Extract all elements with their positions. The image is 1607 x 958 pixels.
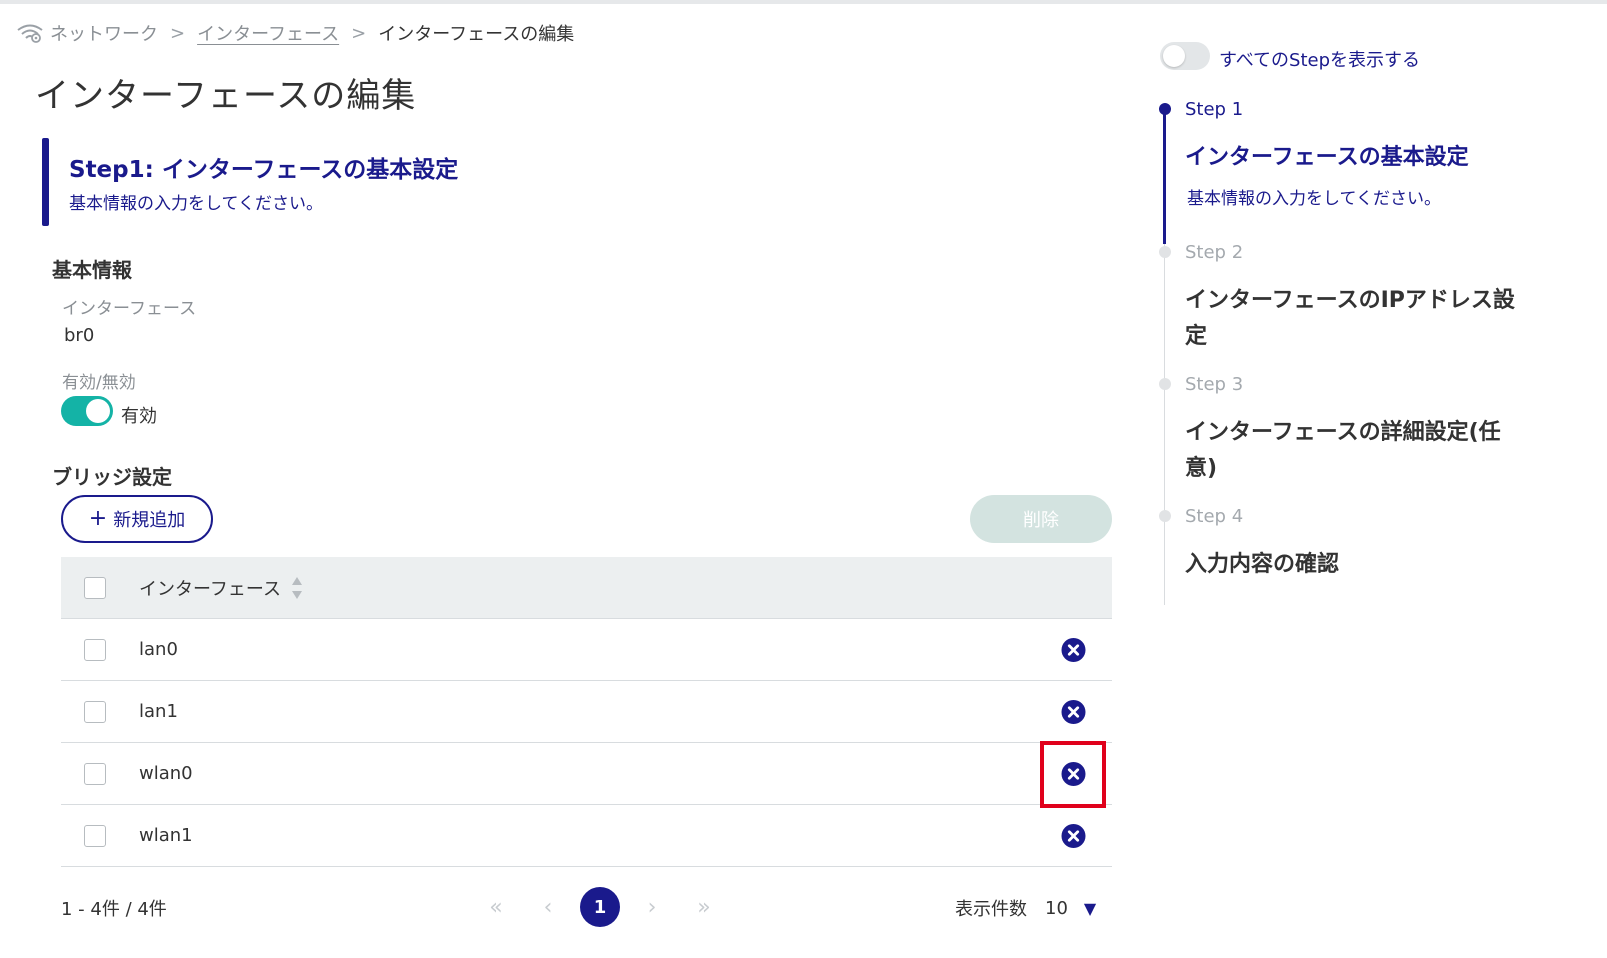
row-interface-name: lan1 <box>139 701 178 722</box>
section-title-bridge: ブリッジ設定 <box>52 465 172 489</box>
pagination: « ‹ 1 › » <box>470 887 730 927</box>
interface-value: br0 <box>64 325 95 346</box>
step-3-number[interactable]: Step 3 <box>1185 374 1243 395</box>
top-border <box>0 0 1607 4</box>
select-all-checkbox[interactable] <box>84 576 106 599</box>
page-title: インターフェースの編集 <box>35 76 417 116</box>
enabled-toggle-label: 有効 <box>121 406 157 427</box>
step-3-name[interactable]: インターフェースの詳細設定(任意) <box>1185 415 1515 487</box>
breadcrumb-separator: > <box>351 22 367 44</box>
first-page-button[interactable]: « <box>476 895 516 920</box>
row-interface-name: wlan0 <box>139 763 193 784</box>
row-checkbox[interactable] <box>84 638 106 661</box>
breadcrumb-link-interface[interactable]: インターフェース <box>197 20 339 46</box>
step-description: 基本情報の入力をしてください。 <box>69 194 323 214</box>
step-1-number[interactable]: Step 1 <box>1185 99 1243 120</box>
last-page-button[interactable]: » <box>684 895 724 920</box>
step-dot-active <box>1159 103 1171 115</box>
remove-row-icon[interactable] <box>1061 823 1086 848</box>
show-all-steps-toggle[interactable] <box>1160 42 1210 70</box>
step-2-number[interactable]: Step 2 <box>1185 242 1243 263</box>
step-dot-inactive <box>1159 378 1171 390</box>
table-row: lan0 <box>61 619 1112 681</box>
step-accent-bar <box>42 138 49 226</box>
column-header-interface: インターフェース <box>139 578 282 600</box>
remove-row-icon[interactable] <box>1061 761 1086 786</box>
step-2-name[interactable]: インターフェースのIPアドレス設定 <box>1185 283 1515 355</box>
delete-button[interactable]: 削除 <box>970 495 1112 543</box>
step-dot-inactive <box>1159 246 1171 258</box>
show-all-steps-label: すべてのStepを表示する <box>1219 50 1421 71</box>
toggle-knob <box>1163 45 1185 67</box>
step-1-description: 基本情報の入力をしてください。 <box>1187 189 1441 209</box>
enabled-label: 有効/無効 <box>62 373 136 393</box>
pagination-range: 1 - 4件 / 4件 <box>61 899 167 920</box>
next-page-button[interactable]: › <box>632 895 672 920</box>
network-settings-icon <box>17 24 43 43</box>
interface-label: インターフェース <box>62 299 197 319</box>
breadcrumb: ネットワーク > インターフェース > インターフェースの編集 <box>16 20 574 46</box>
per-page-label: 表示件数 <box>955 899 1027 920</box>
table-row: lan1 <box>61 681 1112 743</box>
sort-icon[interactable] <box>291 575 303 601</box>
add-new-label: 新規追加 <box>113 510 186 531</box>
plus-icon: + <box>88 506 108 531</box>
per-page-value: 10 <box>1045 897 1068 919</box>
row-interface-name: lan0 <box>139 639 178 660</box>
breadcrumb-separator: > <box>170 22 186 44</box>
per-page-selector[interactable]: 表示件数 10 ▼ <box>955 895 1096 921</box>
step-title: Step1: インターフェースの基本設定 <box>69 157 459 183</box>
bridge-interface-table: インターフェース lan0 lan1 wlan0 wlan1 <box>61 557 1112 867</box>
row-checkbox[interactable] <box>84 824 106 847</box>
add-new-button[interactable]: + 新規追加 <box>61 495 213 543</box>
row-checkbox[interactable] <box>84 700 106 723</box>
section-title-basic-info: 基本情報 <box>52 258 132 282</box>
toggle-knob <box>86 399 110 423</box>
remove-row-icon[interactable] <box>1061 699 1086 724</box>
current-page-button[interactable]: 1 <box>580 887 620 927</box>
timeline-active-segment <box>1163 110 1166 244</box>
row-interface-name: wlan1 <box>139 825 193 846</box>
table-row: wlan1 <box>61 805 1112 867</box>
caret-down-icon: ▼ <box>1083 898 1097 918</box>
breadcrumb-current: インターフェースの編集 <box>378 24 575 45</box>
table-row: wlan0 <box>61 743 1112 805</box>
table-header: インターフェース <box>61 557 1112 619</box>
prev-page-button[interactable]: ‹ <box>528 895 568 920</box>
row-checkbox[interactable] <box>84 762 106 785</box>
step-1-name[interactable]: インターフェースの基本設定 <box>1185 140 1515 176</box>
enabled-toggle[interactable] <box>61 396 113 426</box>
breadcrumb-root: ネットワーク <box>50 24 158 45</box>
step-4-number[interactable]: Step 4 <box>1185 506 1243 527</box>
remove-row-icon[interactable] <box>1061 637 1086 662</box>
step-dot-inactive <box>1159 510 1171 522</box>
step-4-name[interactable]: 入力内容の確認 <box>1185 547 1515 583</box>
